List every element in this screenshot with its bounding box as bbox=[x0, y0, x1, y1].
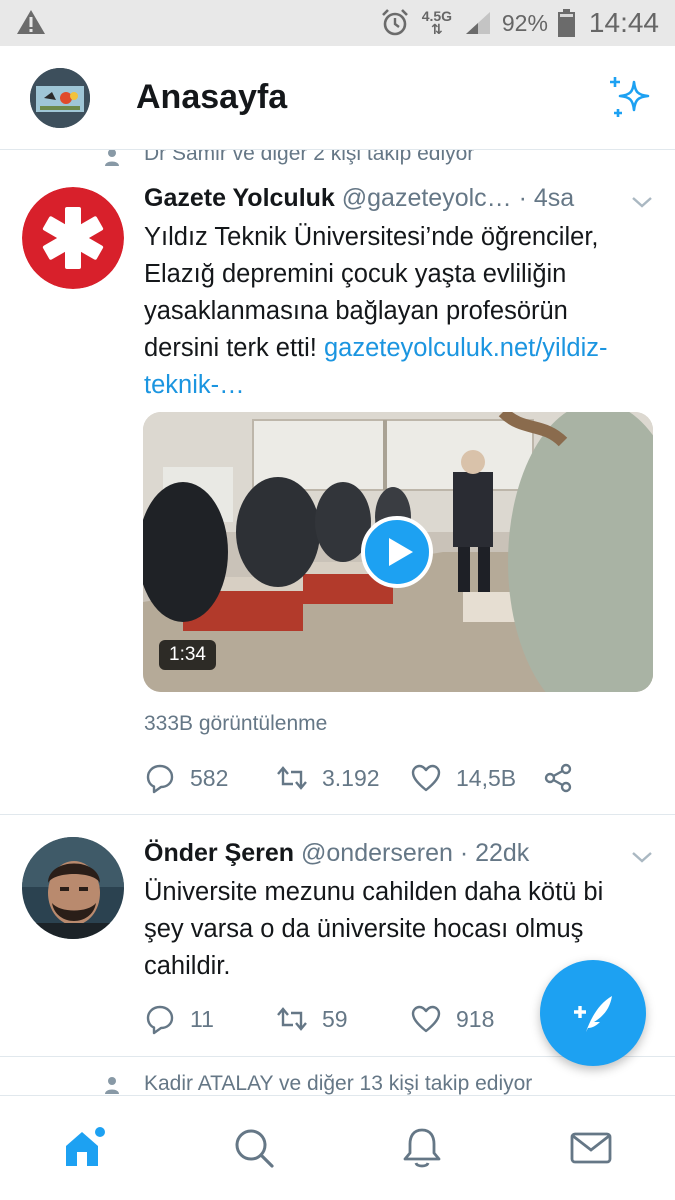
retweet-icon bbox=[277, 1007, 307, 1031]
clock: 14:44 bbox=[588, 7, 659, 38]
reply-button[interactable]: 11 bbox=[144, 1001, 214, 1037]
author-avatar-image bbox=[22, 837, 124, 939]
video-duration: 1:34 bbox=[159, 640, 216, 670]
messages-icon[interactable] bbox=[569, 1126, 613, 1170]
compose-tweet-button[interactable] bbox=[540, 960, 646, 1066]
retweet-count: 3.192 bbox=[322, 764, 380, 791]
social-context-text: Kadir ATALAY ve diğer 13 kişi takip ediy… bbox=[144, 1072, 533, 1095]
like-count: 14,5B bbox=[456, 764, 517, 791]
asterisk-logo-icon bbox=[22, 187, 124, 289]
notifications-icon[interactable] bbox=[400, 1126, 444, 1170]
author-handle-time: @onderseren · 22dk bbox=[301, 839, 530, 867]
author-name[interactable]: Önder Şeren bbox=[144, 839, 294, 867]
data-arrows-icon: ⇅ bbox=[431, 21, 443, 37]
profile-avatar-image bbox=[30, 68, 90, 128]
timeline[interactable]: Dr Samir ve diğer 2 kişi takip ediyor Ga… bbox=[0, 150, 675, 1095]
network-type: 4.5G ⇅ bbox=[420, 9, 454, 37]
warning-icon bbox=[17, 10, 45, 34]
reply-button[interactable]: 582 bbox=[144, 760, 228, 796]
retweet-count: 59 bbox=[322, 1005, 348, 1032]
top-app-bar: Anasayfa bbox=[0, 46, 675, 150]
battery-percent: 92% bbox=[501, 9, 548, 36]
video-player[interactable]: 1:34 bbox=[143, 412, 653, 692]
author-name[interactable]: Gazete Yolculuk bbox=[144, 184, 335, 212]
author-avatar[interactable] bbox=[22, 837, 124, 939]
bottom-navigation bbox=[0, 1095, 675, 1200]
like-button[interactable]: 14,5B bbox=[410, 760, 516, 796]
page-title: Anasayfa bbox=[136, 78, 288, 116]
search-icon[interactable] bbox=[232, 1126, 276, 1170]
like-count: 918 bbox=[456, 1005, 495, 1032]
tweet-text: Yıldız Teknik Üniversitesi’nde öğrencile… bbox=[144, 219, 649, 404]
view-count: 333B görüntülenme bbox=[144, 712, 328, 735]
share-button[interactable] bbox=[542, 760, 574, 796]
author-handle-time: @gazeteyolc… · 4sa bbox=[341, 184, 575, 212]
author-avatar[interactable] bbox=[22, 187, 124, 289]
person-icon bbox=[105, 1077, 119, 1094]
tweet-header: Gazete Yolculuk @gazeteyolc… · 4sa bbox=[144, 184, 574, 213]
profile-avatar[interactable] bbox=[30, 68, 90, 128]
status-bar: 4.5G ⇅ 92% 14:44 bbox=[0, 0, 675, 46]
like-icon bbox=[411, 1005, 441, 1033]
play-button-icon[interactable] bbox=[361, 516, 433, 588]
like-button[interactable]: 918 bbox=[410, 1001, 494, 1037]
share-icon bbox=[544, 763, 572, 793]
alarm-icon bbox=[381, 9, 408, 36]
chevron-down-icon[interactable] bbox=[630, 194, 654, 210]
battery-icon bbox=[557, 9, 575, 37]
retweet-button[interactable]: 3.192 bbox=[276, 760, 380, 796]
like-icon bbox=[411, 764, 441, 792]
home-icon[interactable] bbox=[62, 1126, 106, 1170]
compose-tweet-icon bbox=[574, 996, 612, 1032]
retweet-button[interactable]: 59 bbox=[276, 1001, 348, 1037]
reply-icon bbox=[146, 764, 174, 794]
tweet[interactable]: Gazete Yolculuk @gazeteyolc… · 4sa Yıldı… bbox=[0, 150, 675, 814]
signal-icon bbox=[465, 12, 490, 34]
reply-count: 11 bbox=[190, 1005, 214, 1032]
retweet-icon bbox=[277, 766, 307, 790]
chevron-down-icon[interactable] bbox=[630, 849, 654, 865]
reply-count: 582 bbox=[190, 764, 229, 791]
reply-icon bbox=[146, 1005, 174, 1035]
tweet-header: Önder Şeren @onderseren · 22dk bbox=[144, 839, 529, 868]
tweet-actions: 582 3.192 14,5B bbox=[144, 760, 624, 796]
sparkle-icon[interactable] bbox=[606, 74, 654, 122]
